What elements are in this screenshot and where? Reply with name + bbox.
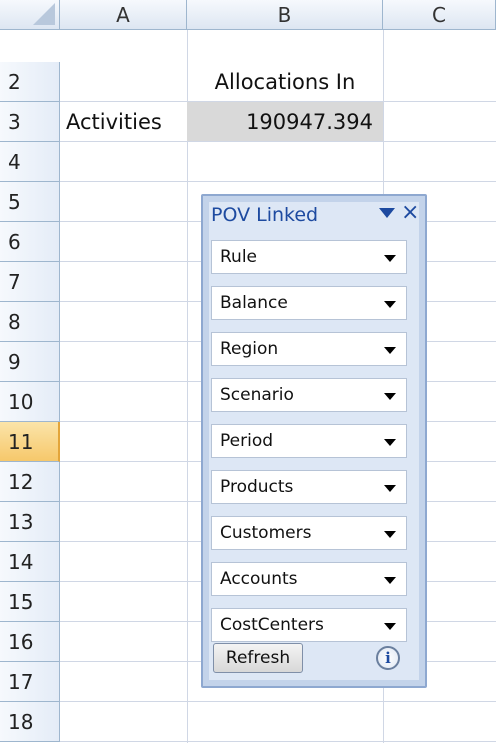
gridline — [60, 141, 496, 142]
row-header-4[interactable]: 4 — [0, 142, 60, 182]
dimension-label: Accounts — [220, 569, 298, 589]
row-header-7[interactable]: 7 — [0, 262, 60, 302]
row-header-18[interactable]: 18 — [0, 702, 60, 742]
dimension-dropdown-region[interactable]: Region — [211, 332, 407, 366]
chevron-down-icon[interactable] — [384, 623, 396, 630]
column-header-c[interactable]: C — [383, 0, 496, 30]
dimension-dropdown-accounts[interactable]: Accounts — [211, 562, 407, 596]
chevron-down-icon[interactable] — [384, 485, 396, 492]
dimension-label: Scenario — [220, 385, 294, 405]
dimension-label: Balance — [220, 293, 288, 313]
dimension-dropdown-scenario[interactable]: Scenario — [211, 378, 407, 412]
gridline — [60, 741, 496, 742]
row-header-6[interactable]: 6 — [0, 222, 60, 262]
close-icon[interactable]: × — [401, 200, 419, 225]
column-header-b[interactable]: B — [187, 0, 383, 30]
cell-a3[interactable]: Activities — [60, 102, 187, 141]
chevron-down-icon[interactable] — [384, 439, 396, 446]
row-header-8[interactable]: 8 — [0, 302, 60, 342]
row-header-5[interactable]: 5 — [0, 182, 60, 222]
row-header-9[interactable]: 9 — [0, 342, 60, 382]
chevron-down-icon[interactable] — [384, 577, 396, 584]
refresh-button[interactable]: Refresh — [213, 643, 303, 673]
pov-linked-panel[interactable]: POV Linked × Rule Balance Region Scenari… — [201, 194, 427, 688]
select-all-button[interactable] — [0, 0, 60, 30]
info-icon[interactable]: i — [376, 646, 400, 670]
gridline — [60, 181, 496, 182]
row-header-11[interactable]: 11 — [0, 422, 60, 462]
row-header-14[interactable]: 14 — [0, 542, 60, 582]
pov-panel-title[interactable]: POV Linked — [211, 204, 318, 226]
row-header-10[interactable]: 10 — [0, 382, 60, 422]
row-header-16[interactable]: 16 — [0, 622, 60, 662]
chevron-down-icon[interactable] — [384, 393, 396, 400]
row-header-12[interactable]: 12 — [0, 462, 60, 502]
gridline — [60, 101, 496, 102]
chevron-down-icon[interactable] — [384, 531, 396, 538]
dimension-label: Period — [220, 431, 274, 451]
dimension-label: CostCenters — [220, 615, 324, 635]
chevron-down-icon[interactable] — [384, 255, 396, 262]
column-header-a[interactable]: A — [60, 0, 187, 30]
select-all-triangle-icon — [33, 3, 55, 25]
dimension-label: Products — [220, 477, 294, 497]
dimension-label: Region — [220, 339, 279, 359]
row-header-2[interactable]: 2 — [0, 62, 60, 102]
dimension-dropdown-customers[interactable]: Customers — [211, 516, 407, 550]
gridline — [60, 701, 496, 702]
row-header-3[interactable]: 3 — [0, 102, 60, 142]
dimension-dropdown-period[interactable]: Period — [211, 424, 407, 458]
dimension-label: Customers — [220, 523, 312, 543]
chevron-down-icon[interactable] — [384, 347, 396, 354]
chevron-down-icon[interactable] — [379, 208, 395, 218]
dimension-dropdown-products[interactable]: Products — [211, 470, 407, 504]
chevron-down-icon[interactable] — [384, 301, 396, 308]
dimension-dropdown-balance[interactable]: Balance — [211, 286, 407, 320]
dimension-label: Rule — [220, 247, 258, 267]
dimension-dropdown-rule[interactable]: Rule — [211, 240, 407, 274]
cell-b3[interactable]: 190947.394 — [187, 102, 383, 141]
row-header-13[interactable]: 13 — [0, 502, 60, 542]
cell-b2[interactable]: Allocations In — [187, 62, 383, 101]
row-header-17[interactable]: 17 — [0, 662, 60, 702]
row-header-15[interactable]: 15 — [0, 582, 60, 622]
dimension-dropdown-costcenters[interactable]: CostCenters — [211, 608, 407, 642]
